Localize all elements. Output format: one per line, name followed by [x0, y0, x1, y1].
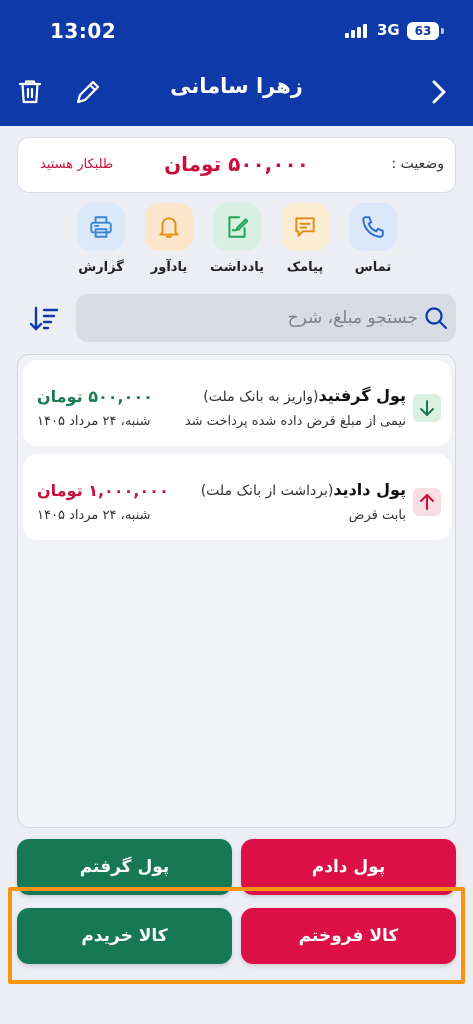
- status-time: 13:02: [50, 19, 117, 43]
- signal-icon: [345, 24, 371, 38]
- transaction-direction: [413, 488, 441, 516]
- transaction-item[interactable]: پول گرفتید(واریز به بانک ملت) نیمی از مب…: [23, 360, 451, 446]
- action-tile[interactable]: [77, 203, 125, 251]
- action-tile[interactable]: [349, 203, 397, 251]
- action-call[interactable]: تماس: [348, 203, 398, 283]
- transaction-bank: (واریز به بانک ملت): [203, 389, 319, 405]
- transaction-bank: (برداشت از بانک ملت): [200, 483, 334, 499]
- printer-icon: [90, 216, 112, 238]
- transaction-description: نیمی از مبلغ قرض داده شده پرداخت شد: [184, 414, 406, 429]
- highlight-frame: [8, 887, 465, 984]
- sort-button[interactable]: [24, 299, 64, 339]
- action-report[interactable]: گزارش: [76, 203, 126, 283]
- action-reminder[interactable]: یادآور: [144, 203, 194, 283]
- sort-icon: [29, 306, 59, 331]
- transaction-title: پول گرفتید(واریز به بانک ملت): [203, 386, 406, 405]
- action-label: گزارش: [78, 260, 124, 275]
- network-type: 3G: [377, 21, 400, 39]
- bell-icon: [159, 217, 179, 238]
- transaction-date: شنبه، ۲۴ مرداد ۱۴۰۵: [37, 414, 151, 429]
- phone-icon: [362, 216, 384, 238]
- search-icon: [425, 307, 448, 330]
- action-label: تماس: [354, 260, 392, 275]
- transaction-amount: ۵۰۰,۰۰۰ تومان: [37, 387, 153, 406]
- transaction-direction: [413, 394, 441, 422]
- action-label: پیامک: [286, 260, 324, 275]
- status-bar: 13:02 3G 63: [0, 0, 473, 60]
- balance-status-card: وضعیت : ۵۰۰,۰۰۰ تومان طلبکار هستید: [17, 137, 456, 193]
- action-label: یادآور: [150, 260, 188, 275]
- action-note[interactable]: یادداشت: [209, 203, 265, 283]
- transaction-date: شنبه، ۲۴ مرداد ۱۴۰۵: [37, 508, 151, 523]
- back-button[interactable]: [424, 74, 454, 110]
- chevron-right-icon: [432, 80, 446, 104]
- transaction-item[interactable]: پول دادید(برداشت از بانک ملت) بابت قرض ۱…: [23, 454, 451, 540]
- arrow-down-icon: [420, 400, 434, 416]
- action-tile[interactable]: [145, 203, 193, 251]
- action-tile[interactable]: [213, 203, 261, 251]
- message-icon: [295, 217, 315, 237]
- action-sms[interactable]: پیامک: [280, 203, 330, 283]
- transaction-title: پول دادید(برداشت از بانک ملت): [201, 480, 406, 499]
- note-icon: [228, 216, 249, 238]
- search-bar[interactable]: [76, 294, 456, 342]
- arrow-up-icon: [420, 494, 434, 510]
- transaction-type: پول دادید: [333, 480, 406, 499]
- app-header: 13:02 3G 63 زهرا سامانی: [0, 0, 473, 126]
- transaction-list: پول گرفتید(واریز به بانک ملت) نیمی از مب…: [17, 354, 456, 828]
- transaction-type: پول گرفتید: [318, 386, 406, 405]
- battery-icon: 63: [407, 22, 439, 40]
- balance-status-note: طلبکار هستید: [40, 157, 114, 172]
- page-title: زهرا سامانی: [170, 74, 303, 98]
- action-tile[interactable]: [281, 203, 329, 251]
- transaction-amount: ۱,۰۰۰,۰۰۰ تومان: [37, 481, 169, 500]
- battery-nub: [441, 28, 444, 34]
- action-label: یادداشت: [209, 260, 265, 275]
- search-input[interactable]: [118, 303, 418, 333]
- transaction-description: بابت قرض: [348, 508, 406, 523]
- contact-actions: تماس پیامک یادداشت یادآور گزارش: [76, 203, 398, 283]
